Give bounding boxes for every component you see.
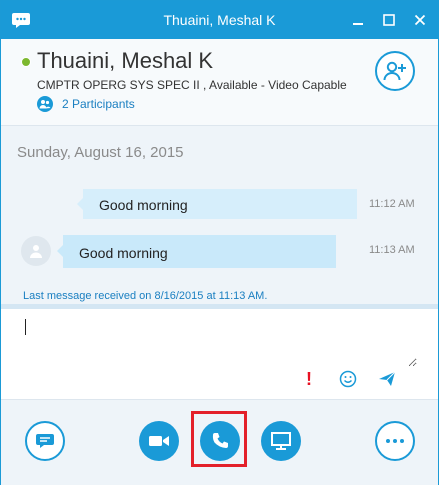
- high-importance-button[interactable]: !: [299, 369, 319, 389]
- message-time: 11:13 AM: [369, 244, 415, 256]
- person-icon: [30, 245, 42, 258]
- send-arrow-icon: [379, 371, 396, 386]
- maximize-button[interactable]: [378, 9, 400, 31]
- compose-area: !: [1, 309, 438, 399]
- more-options-button[interactable]: [375, 421, 415, 461]
- conversation-date: Sunday, August 16, 2015: [17, 144, 184, 161]
- present-button[interactable]: [261, 421, 301, 461]
- message-bubble-incoming[interactable]: Good morning: [57, 235, 336, 268]
- close-button[interactable]: [409, 9, 431, 31]
- title-bar: Thuaini, Meshal K: [1, 1, 438, 39]
- emoticon-button[interactable]: [338, 369, 358, 389]
- minimize-button[interactable]: [347, 9, 369, 31]
- sender-avatar[interactable]: [21, 236, 51, 266]
- contact-status: CMPTR OPERG SYS SPEC II , Available - Vi…: [37, 78, 347, 92]
- participants-link[interactable]: 2 Participants: [62, 97, 135, 111]
- contact-name[interactable]: Thuaini, Meshal K: [37, 48, 213, 74]
- window-title: Thuaini, Meshal K: [163, 12, 276, 28]
- conversation-toolbar: [1, 399, 438, 485]
- participants-icon[interactable]: [37, 96, 53, 112]
- message-input[interactable]: [17, 317, 417, 367]
- im-button[interactable]: [25, 421, 65, 461]
- send-button[interactable]: [377, 369, 397, 389]
- conversation-window: Thuaini, Meshal K Thuaini, Meshal K CMPT…: [0, 0, 439, 485]
- smiley-icon: [339, 370, 357, 388]
- text-caret: [25, 319, 26, 335]
- conversation-history[interactable]: Sunday, August 16, 2015 Good morning 11:…: [1, 126, 438, 304]
- ellipsis-icon: [386, 439, 404, 443]
- last-message-notice: Last message received on 8/16/2015 at 11…: [23, 290, 268, 302]
- contact-header: Thuaini, Meshal K CMPTR OPERG SYS SPEC I…: [1, 39, 438, 126]
- video-button[interactable]: [139, 421, 179, 461]
- message-text: Good morning: [79, 245, 168, 261]
- monitor-icon: [271, 432, 291, 450]
- message-time: 11:12 AM: [369, 198, 415, 210]
- video-camera-icon: [149, 436, 169, 446]
- chat-bubble-icon: [36, 434, 54, 448]
- add-person-icon: [383, 61, 406, 81]
- message-bubble-outgoing[interactable]: Good morning: [77, 189, 357, 219]
- message-text: Good morning: [99, 197, 188, 213]
- presence-indicator: [21, 57, 31, 67]
- call-button-highlight: [191, 411, 247, 467]
- add-people-button[interactable]: [375, 51, 415, 91]
